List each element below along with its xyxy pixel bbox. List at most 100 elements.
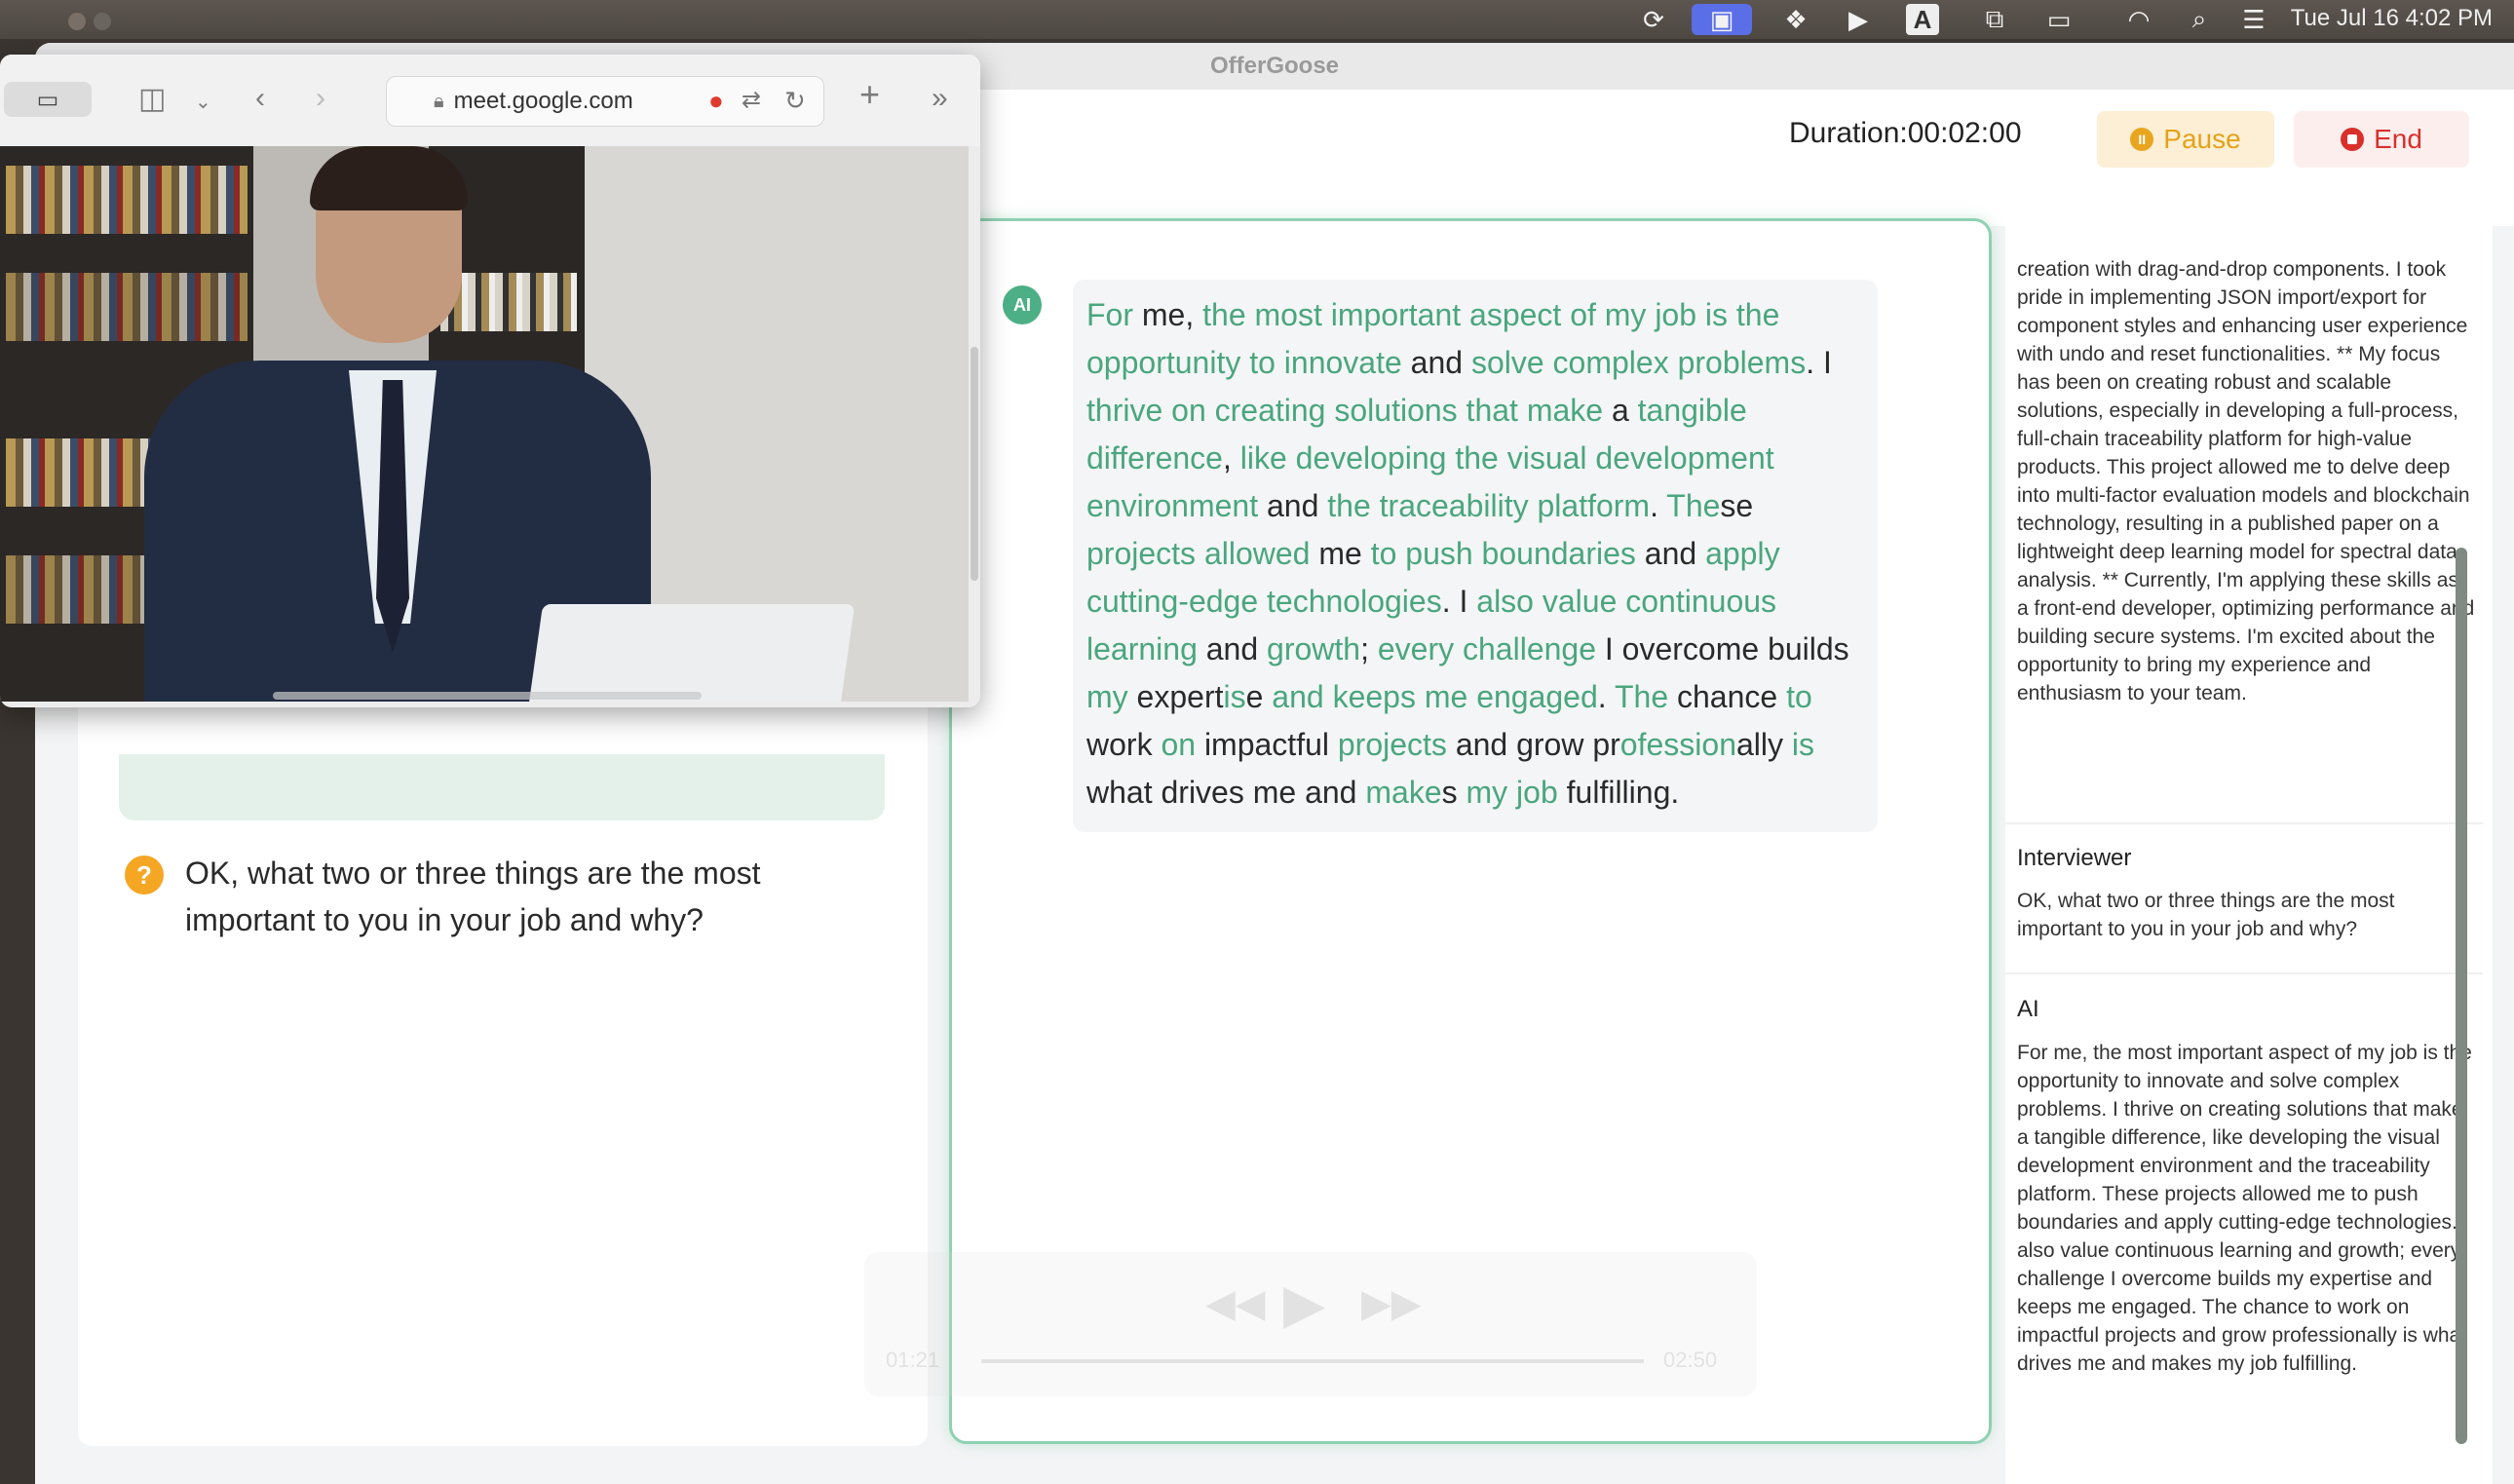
end-button[interactable]: End [2294, 111, 2469, 168]
battery-icon[interactable]: ▭ [2042, 4, 2076, 35]
lock-icon: 🔒︎ [434, 90, 444, 112]
answer-keyword: every challenge [1377, 631, 1596, 666]
media-player-overlay[interactable]: ◀◀ ▶ ▶▶ 01:21 02:50 [864, 1252, 1757, 1396]
answer-text: . [1597, 679, 1615, 714]
pause-button[interactable]: II Pause [2097, 111, 2274, 168]
ai-label: AI [2017, 996, 2039, 1022]
answer-keyword: to [1786, 679, 1812, 714]
menubar: ⟳ ▣ ❖ ▶ A ⧉ ▭ ◠ ⌕ ☰ Tue Jul 16 4:02 PM [0, 0, 2514, 39]
reload-icon[interactable]: ↻ [784, 86, 806, 116]
divider [2005, 972, 2483, 974]
elapsed-time: 01:21 [886, 1348, 940, 1372]
answer-text: work [1086, 727, 1162, 762]
safari-vertical-scrollbar[interactable] [971, 347, 978, 581]
duration-label: Duration:00:02:00 [1789, 117, 2022, 149]
interviewer-label: Interviewer [2017, 845, 2132, 871]
answer-keyword: my job [1466, 775, 1558, 810]
answer-text: chance [1668, 679, 1787, 714]
answer-text: and [1635, 536, 1706, 571]
url-text[interactable]: meet.google.com [454, 88, 633, 115]
transcript-previous-text: creation with drag-and-drop components. … [2017, 258, 2475, 704]
answer-keyword: ofessi [1619, 727, 1702, 762]
ai-transcript-text: For me, the most important aspect of my … [2017, 1042, 2472, 1375]
answer-keyword: to push boundaries [1370, 536, 1636, 571]
back-icon[interactable]: ‹ [255, 82, 265, 115]
answer-keyword: solve complex problems [1470, 345, 1807, 380]
video-books [6, 273, 248, 341]
rewind-icon[interactable]: ◀◀ [1205, 1281, 1266, 1326]
transcript-panel: creation with drag-and-drop components. … [2005, 218, 2493, 1484]
windows-icon[interactable]: ⧉ [1978, 4, 2011, 35]
answer-text: e [1245, 679, 1273, 714]
answer-keyword: make [1365, 775, 1442, 810]
answer-keyword: the traceability platform [1327, 488, 1651, 523]
window-minimize-dot[interactable] [94, 13, 111, 30]
microphone-icon[interactable]: ● [708, 86, 724, 116]
keyboard-a-icon[interactable]: A [1906, 4, 1939, 35]
search-icon[interactable]: ⌕ [2183, 4, 2216, 35]
answer-keyword: thrive on creating solutions that make [1086, 393, 1604, 428]
sidebar-icon[interactable]: ◫ [138, 82, 166, 116]
answer-text: me, [1133, 297, 1203, 332]
menubar-clock[interactable]: Tue Jul 16 4:02 PM [2291, 5, 2493, 32]
transcript-scrollbar[interactable] [2456, 548, 2467, 1444]
question-text: OK, what two or three things are the mos… [185, 856, 761, 937]
answer-text: ally [1735, 727, 1792, 762]
bookmark-icon[interactable]: ❖ [1779, 4, 1812, 35]
total-time: 02:50 [1663, 1348, 1718, 1372]
sync-icon[interactable]: ⟳ [1637, 4, 1670, 35]
answer-keyword: is [1223, 679, 1246, 714]
ai-answer-panel: AI For me, the most important aspect of … [864, 218, 1992, 1444]
end-label: End [2374, 124, 2422, 154]
answer-text: , [1222, 440, 1240, 476]
ai-answer-bubble: For me, the most important aspect of my … [1073, 280, 1878, 832]
answer-keyword: is [1791, 727, 1814, 762]
meeting-video[interactable] [0, 146, 969, 702]
answer-text: I overcome builds [1596, 631, 1849, 666]
new-tab-icon[interactable]: + [859, 74, 880, 115]
previous-answer-card [119, 754, 885, 820]
screen-share-icon[interactable]: ▣ [1692, 4, 1752, 35]
answer-text: impactful [1196, 727, 1338, 762]
answer-text: and [1258, 488, 1328, 523]
divider [2005, 822, 2483, 824]
question-icon: ? [125, 856, 164, 894]
translate-icon[interactable]: ⇄ [742, 86, 761, 114]
interviewer-text: OK, what two or three things are the mos… [2017, 890, 2395, 940]
wifi-icon[interactable]: ◠ [2122, 4, 2155, 35]
answer-keyword: on [1161, 727, 1197, 762]
answer-keyword: my [1086, 679, 1128, 714]
answer-keyword: and keeps me engaged [1272, 679, 1598, 714]
answer-text: me [1310, 536, 1371, 571]
fast-forward-icon[interactable]: ▶▶ [1361, 1281, 1422, 1326]
answer-keyword: projects [1337, 727, 1447, 762]
answer-text: . I [1806, 345, 1832, 380]
play-icon[interactable]: ▶ [1283, 1272, 1325, 1336]
answer-text: s [1441, 775, 1466, 810]
play-icon[interactable]: ▶ [1842, 4, 1875, 35]
stop-icon [2341, 128, 2365, 151]
video-laptop [524, 604, 856, 702]
address-bar[interactable]: 🔒︎ meet.google.com ● ⇄ ↻ [386, 76, 824, 127]
video-horizontal-scrollbar[interactable] [273, 692, 702, 700]
video-books [6, 166, 248, 234]
progress-bar[interactable] [981, 1359, 1644, 1363]
answer-text: . [1650, 488, 1667, 523]
answer-text: what drives me and [1086, 775, 1366, 810]
answer-keyword: on [1701, 727, 1736, 762]
answer-keyword: For [1086, 297, 1133, 332]
safari-toolbar: ▭ ◫ ⌄ ‹ › 🔒︎ meet.google.com ● ⇄ ↻ + » [0, 55, 980, 146]
control-center-icon[interactable]: ☰ [2237, 4, 2270, 35]
answer-text: ; [1360, 631, 1378, 666]
answer-keyword: The [1666, 488, 1721, 523]
more-tabs-icon[interactable]: » [932, 82, 948, 115]
window-close-dot[interactable] [68, 13, 86, 30]
answer-text: expert [1127, 679, 1224, 714]
answer-text: and grow pr [1446, 727, 1620, 762]
ai-avatar-icon: AI [1003, 285, 1042, 324]
answer-text: fulfilling. [1557, 775, 1680, 810]
camera-icon[interactable]: ▭ [4, 82, 92, 117]
safari-window: ▭ ◫ ⌄ ‹ › 🔒︎ meet.google.com ● ⇄ ↻ + » [0, 55, 980, 707]
forward-icon[interactable]: › [316, 82, 325, 115]
chevron-down-icon[interactable]: ⌄ [195, 90, 211, 114]
